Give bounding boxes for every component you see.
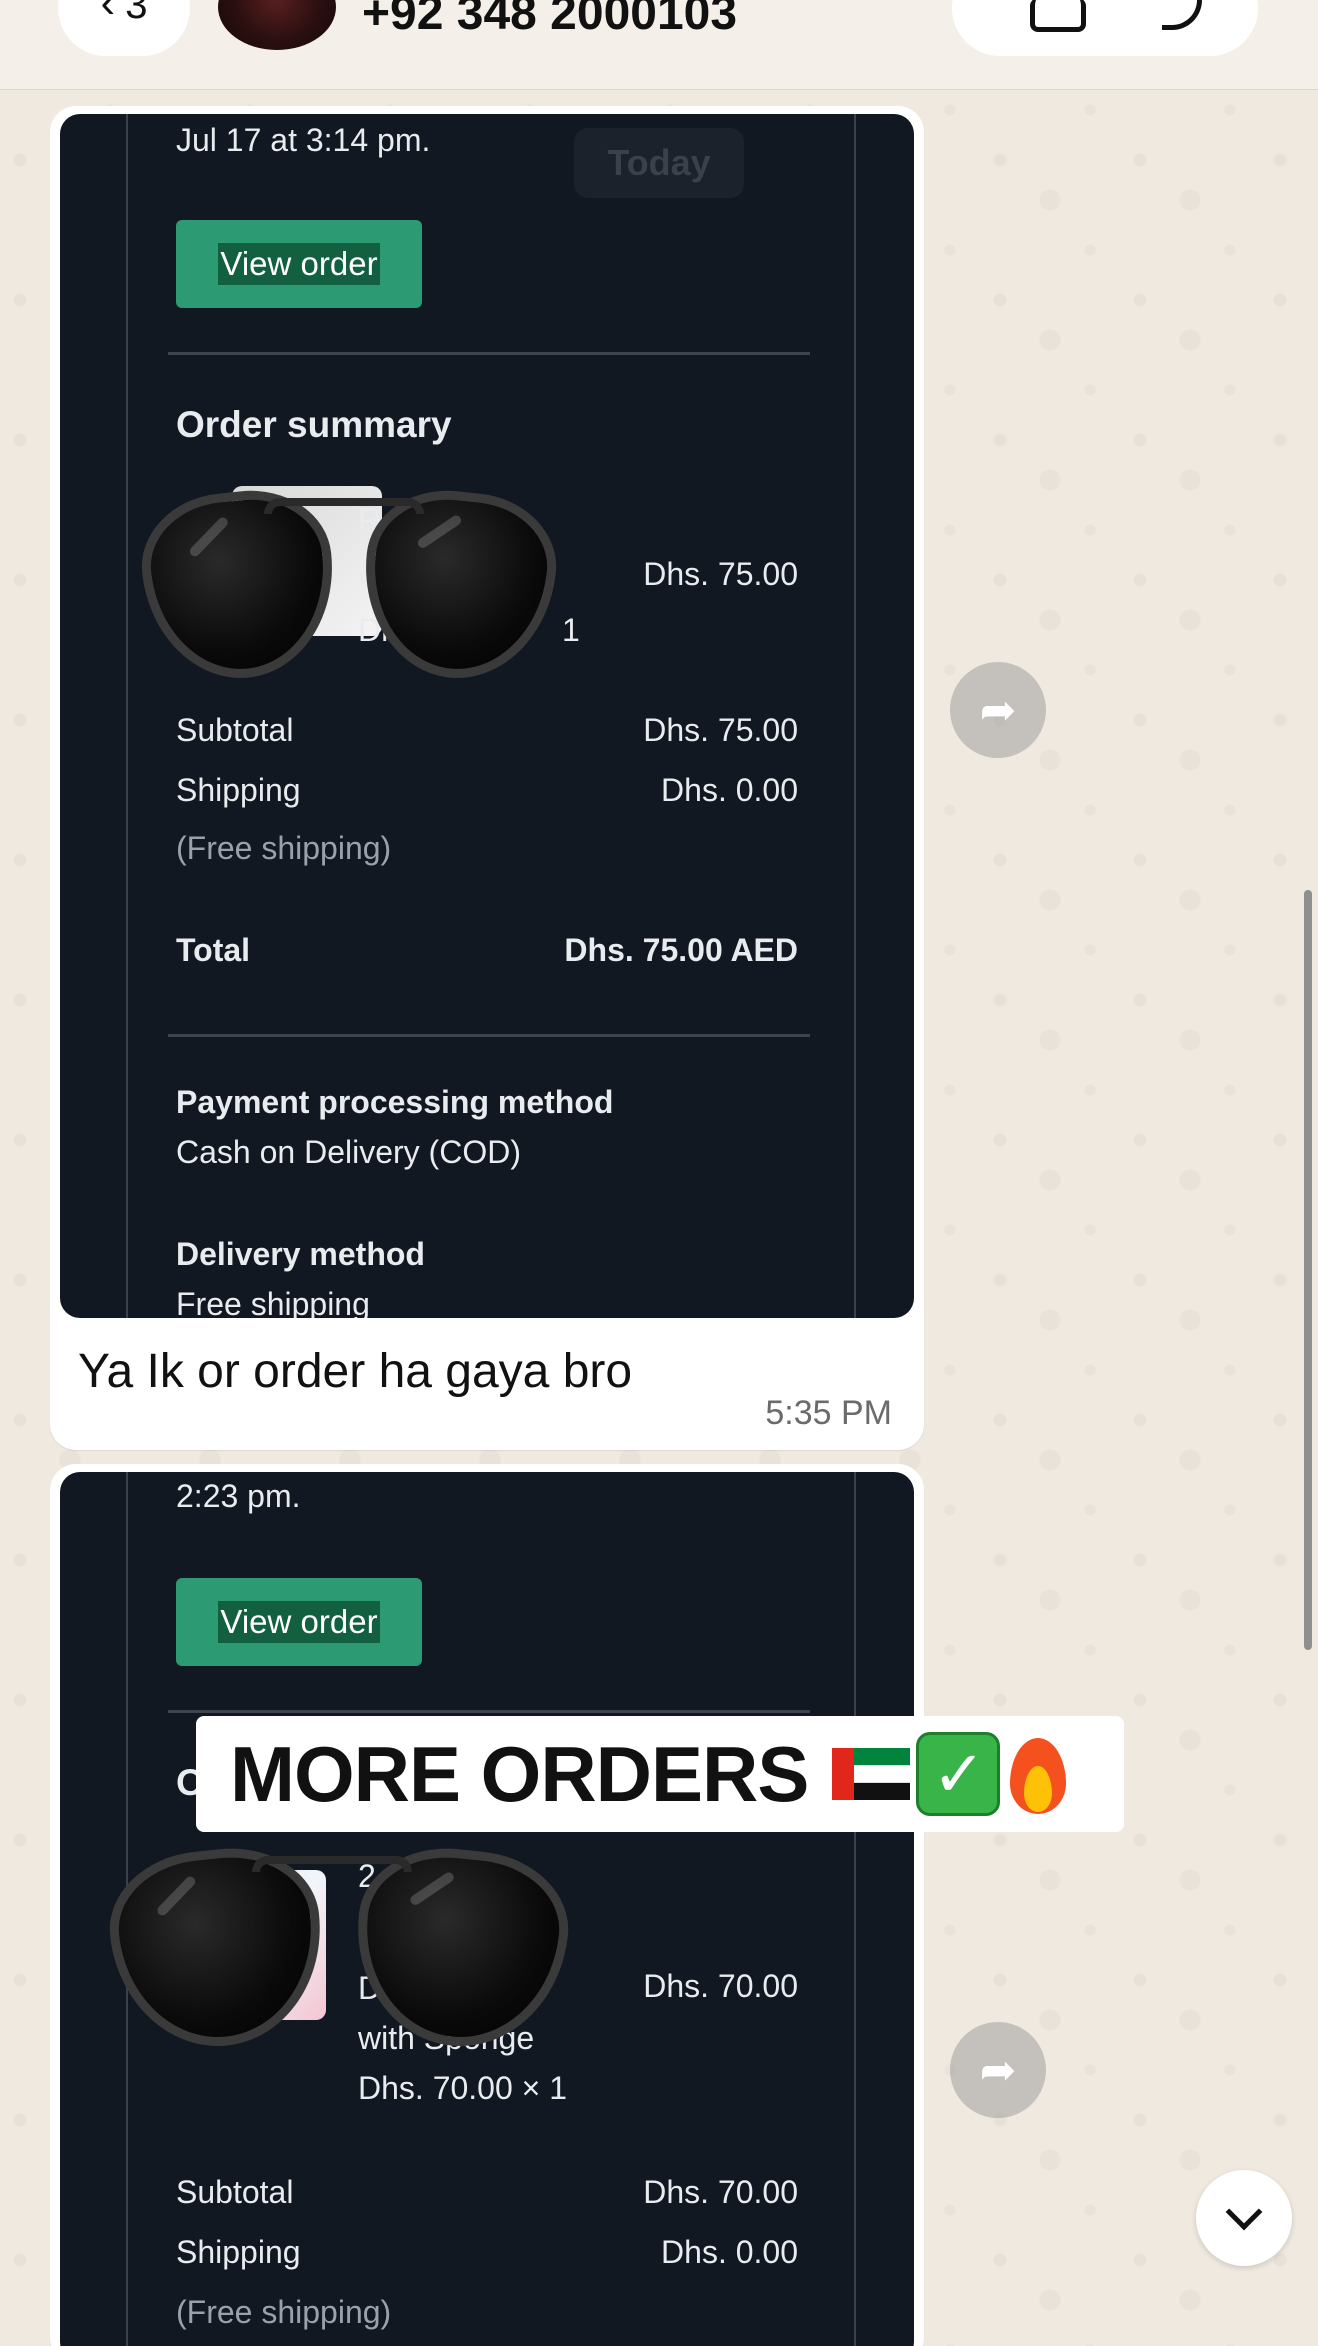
view-order-label: View order [218,243,380,285]
free-shipping-note: (Free shipping) [176,830,392,866]
message-caption: Ya Ik or order ha gaya bro [78,1345,633,1398]
back-button[interactable]: ‹ 3 [58,0,190,56]
banner-text: MORE ORDERS [230,1729,809,1818]
subtotal-value: Dhs. 75.00 [643,712,798,748]
divider [168,1034,810,1037]
total-label: Total [176,932,251,968]
delivery-method-label: Delivery method [176,1236,425,1272]
shipping-value: Dhs. 0.00 [661,772,798,808]
item-line: Dhs. 70.00 × 1 [358,2070,568,2106]
chevron-left-icon: ‹ [100,0,116,27]
avatar[interactable] [218,0,336,50]
sunglasses-sticker [102,1839,576,2057]
video-call-icon[interactable] [1030,0,1086,32]
message-time: 5:35 PM [765,1394,892,1432]
view-order-label: View order [218,1601,380,1643]
divider [168,1710,810,1713]
today-chip: Today [574,128,744,198]
shipping-value: Dhs. 0.00 [661,2234,798,2270]
chat-header: ‹ 3 +92 348 2000103 [0,0,1318,90]
order-screenshot[interactable]: 2:23 pm. View order O 2 Di with Sponge D… [60,1472,914,2346]
total-value: Dhs. 75.00 AED [564,932,798,968]
phone-icon[interactable] [1162,0,1202,30]
order-screenshot[interactable]: Jul 17 at 3:14 pm. Today View order Orde… [60,114,914,1318]
scroll-to-bottom-button[interactable] [1196,2170,1292,2266]
unread-count: 3 [125,0,148,27]
call-actions [952,0,1258,56]
uae-flag-icon [832,1748,911,1800]
divider [168,352,810,355]
forward-icon[interactable]: ➦ [950,662,1046,758]
fire-icon [1006,1732,1070,1816]
subtotal-label: Subtotal [176,2174,294,2210]
sunglasses-sticker [134,482,564,688]
scrollbar[interactable] [1304,890,1312,1650]
payment-method-value: Cash on Delivery (COD) [176,1134,521,1170]
item-price: Dhs. 75.00 [643,556,798,592]
divider [854,114,856,1318]
order-summary-heading: Order summary [176,404,452,445]
item-price: Dhs. 70.00 [643,1968,798,2004]
order-date: Jul 17 at 3:14 pm. [176,122,431,158]
divider [854,1472,856,2346]
view-order-button: View order [176,220,422,308]
chevron-down-icon [1225,2193,1263,2231]
image-message[interactable]: Jul 17 at 3:14 pm. Today View order Orde… [50,106,924,1450]
contact-name[interactable]: +92 348 2000103 [362,0,737,41]
item-line: 1 [562,612,580,648]
image-message[interactable]: 2:23 pm. View order O 2 Di with Sponge D… [50,1464,924,2346]
free-shipping-note: (Free shipping) [176,2294,392,2330]
payment-method-label: Payment processing method [176,1084,614,1120]
delivery-method-value: Free shipping [176,1286,370,1318]
subtotal-value: Dhs. 70.00 [643,2174,798,2210]
view-order-button: View order [176,1578,422,1666]
check-mark-icon: ✓ [916,1732,1001,1816]
shipping-label: Shipping [176,772,301,808]
more-orders-banner: MORE ORDERS ✓ [196,1716,1124,1832]
shipping-label: Shipping [176,2234,301,2270]
divider [126,114,128,1318]
order-date: 2:23 pm. [176,1478,301,1514]
subtotal-label: Subtotal [176,712,294,748]
forward-icon[interactable]: ➦ [950,2022,1046,2118]
